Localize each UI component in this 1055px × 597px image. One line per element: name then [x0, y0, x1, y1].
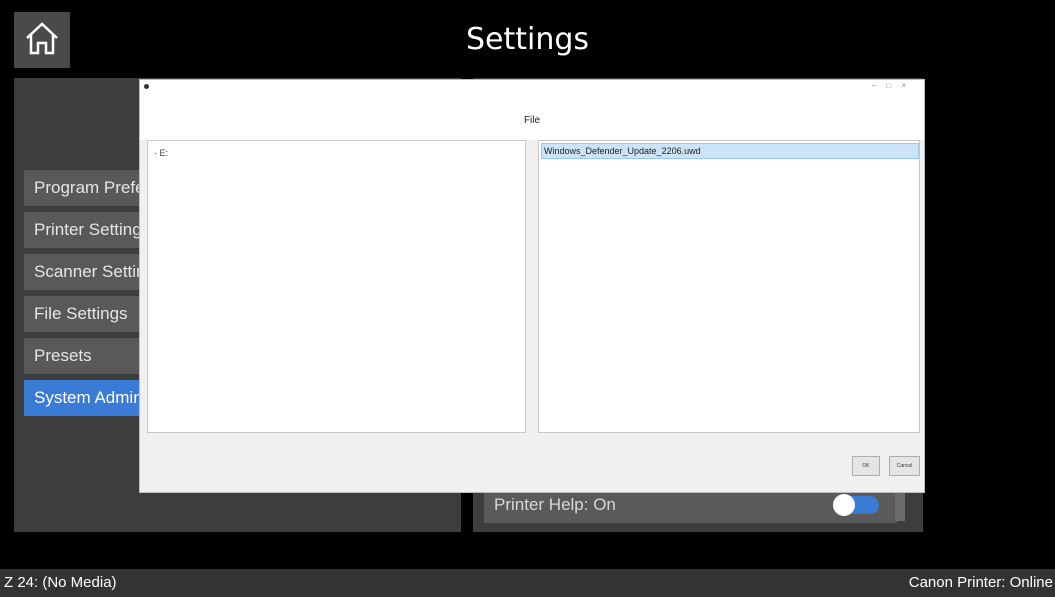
tree-item[interactable]: · E:: [154, 148, 168, 158]
maximize-icon[interactable]: □: [886, 81, 901, 90]
status-bar: Z 24: (No Media) Canon Printer: Online: [0, 569, 1055, 597]
page-title: Settings: [465, 22, 590, 57]
dialog-titlebar: –□×: [140, 80, 924, 94]
printer-help-toggle[interactable]: [833, 494, 879, 516]
printer-status: Canon Printer: Online: [908, 574, 1053, 591]
window-controls: –□×: [872, 81, 916, 90]
close-icon[interactable]: ×: [901, 81, 916, 90]
file-list-item[interactable]: Windows_Defender_Update_2206.uwd: [541, 143, 919, 159]
ok-button[interactable]: OK: [852, 456, 880, 476]
file-dialog: –□× File · E: Windows_Defender_Update_22…: [139, 79, 925, 493]
printer-help-label: Printer Help: On: [494, 495, 616, 514]
folder-tree[interactable]: · E:: [147, 140, 526, 433]
cancel-button[interactable]: Cancel: [889, 456, 920, 476]
panel-scrollbar[interactable]: [895, 491, 905, 521]
file-list[interactable]: Windows_Defender_Update_2206.uwd: [538, 140, 920, 433]
app-icon: [144, 84, 149, 89]
media-status: Z 24: (No Media): [4, 574, 117, 591]
toggle-knob: [833, 494, 855, 516]
expand-icon[interactable]: ·: [154, 148, 157, 158]
dialog-header: File: [140, 94, 924, 140]
minimize-icon[interactable]: –: [872, 81, 886, 90]
dialog-title: File: [523, 115, 541, 126]
tree-item-label: E:: [159, 148, 169, 158]
